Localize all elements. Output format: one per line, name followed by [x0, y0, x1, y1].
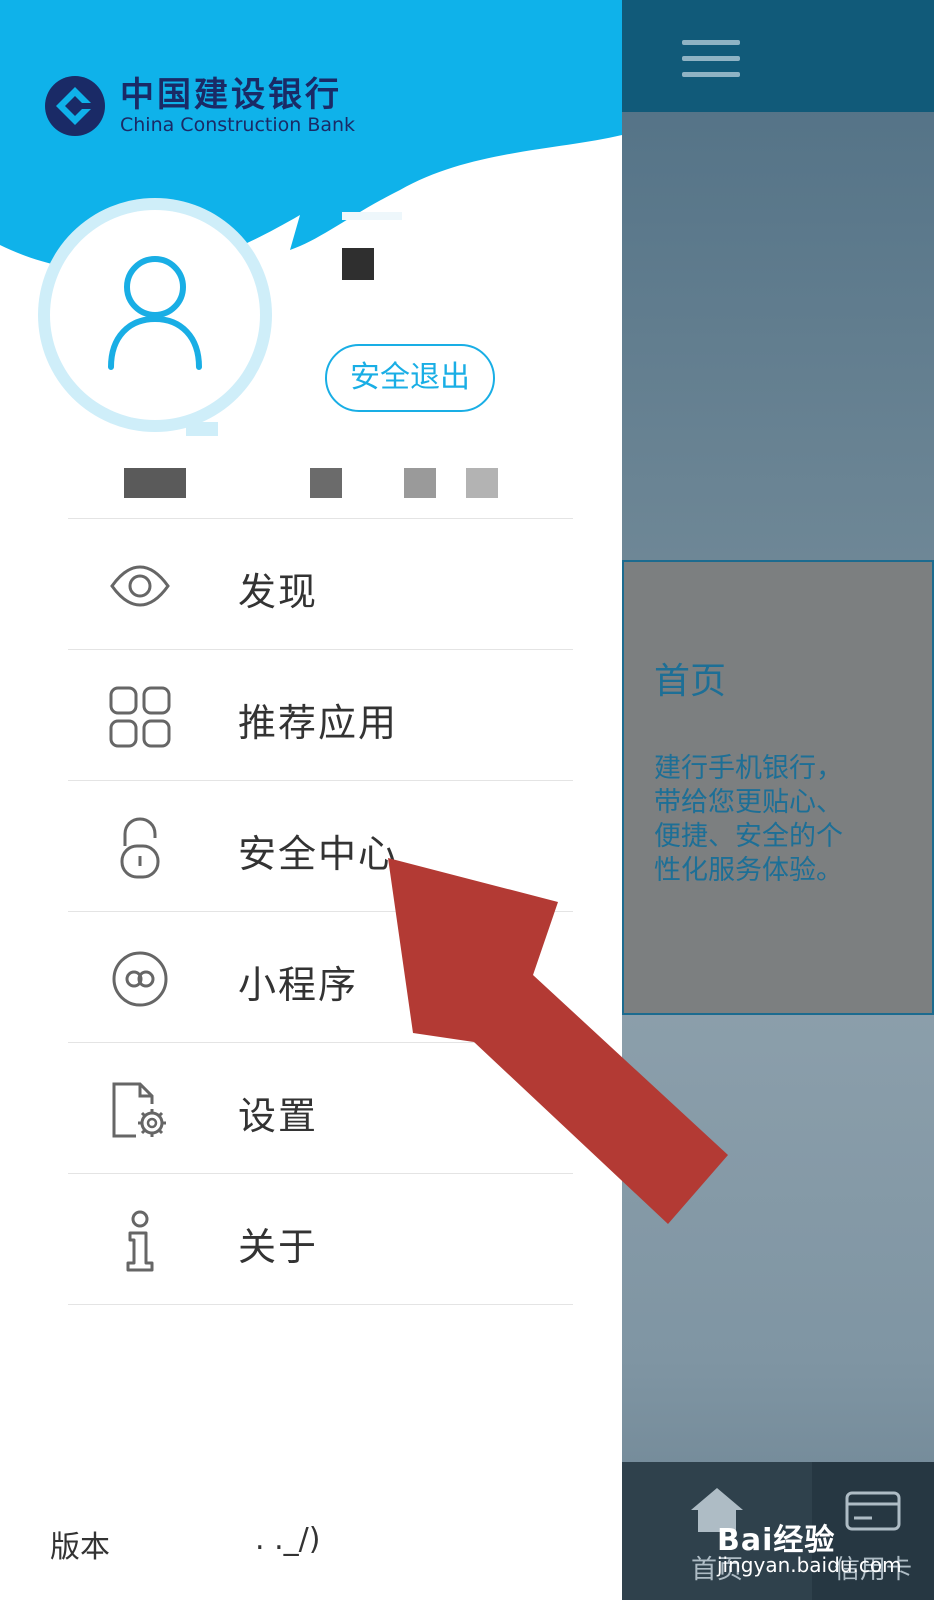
redacted-block [124, 468, 186, 498]
version-label: 版本 [50, 1530, 110, 1565]
menu-item-discover[interactable]: 发现 [68, 518, 573, 649]
background-top-bar [622, 0, 934, 112]
info-icon [126, 1210, 154, 1272]
side-drawer: 中国建设银行 China Construction Bank 安全退出 发现 推… [0, 0, 622, 1600]
credit-card-icon [845, 1491, 901, 1531]
menu-item-about[interactable]: 关于 [68, 1173, 573, 1305]
brand-name-cn: 中国建设银行 [120, 75, 342, 115]
background-app: 首页 建行手机银行，带给您更贴心、便捷、安全的个性化服务体验。 首页 信用卡 B… [622, 0, 934, 1600]
avatar[interactable] [50, 210, 260, 420]
settings-icon [112, 1082, 166, 1138]
home-info-tile[interactable]: 首页 建行手机银行，带给您更贴心、便捷、安全的个性化服务体验。 [622, 560, 934, 1015]
hamburger-menu-icon[interactable] [682, 40, 740, 78]
watermark-url: jingyan.baidu.com [717, 1553, 902, 1577]
redacted-block [310, 468, 342, 498]
redacted-block [404, 468, 436, 498]
menu-item-mini-program[interactable]: 小程序 [68, 911, 573, 1042]
menu-item-label: 设置 [238, 1094, 319, 1138]
menu-item-label: 推荐应用 [238, 701, 399, 745]
menu-item-label: 发现 [238, 570, 319, 614]
redacted-block [466, 468, 498, 498]
eye-icon [110, 565, 170, 607]
menu-item-recommended-apps[interactable]: 推荐应用 [68, 649, 573, 780]
redacted-block [342, 212, 402, 220]
apps-grid-icon [109, 686, 171, 748]
logout-button[interactable]: 安全退出 [325, 344, 495, 412]
mini-program-icon [112, 951, 168, 1007]
brand-name-en: China Construction Bank [120, 114, 356, 136]
tile-description: 建行手机银行，带给您更贴心、便捷、安全的个性化服务体验。 [654, 753, 843, 886]
redacted-block [186, 422, 218, 436]
tile-title: 首页 [654, 661, 727, 702]
ccb-logo-icon [45, 76, 105, 136]
menu-item-settings[interactable]: 设置 [68, 1042, 573, 1173]
drawer-menu: 发现 推荐应用 安全中心 小程序 设置 关于 [68, 518, 573, 1305]
menu-item-label: 关于 [238, 1225, 319, 1269]
version-value: . ._/) [255, 1522, 321, 1557]
brand-logo: 中国建设银行 China Construction Bank [44, 75, 355, 137]
menu-item-label: 安全中心 [238, 832, 399, 876]
lock-icon [120, 817, 160, 879]
menu-item-security-center[interactable]: 安全中心 [68, 780, 573, 911]
menu-item-label: 小程序 [238, 963, 359, 1007]
user-avatar-icon [108, 256, 202, 370]
redacted-block [342, 248, 374, 280]
